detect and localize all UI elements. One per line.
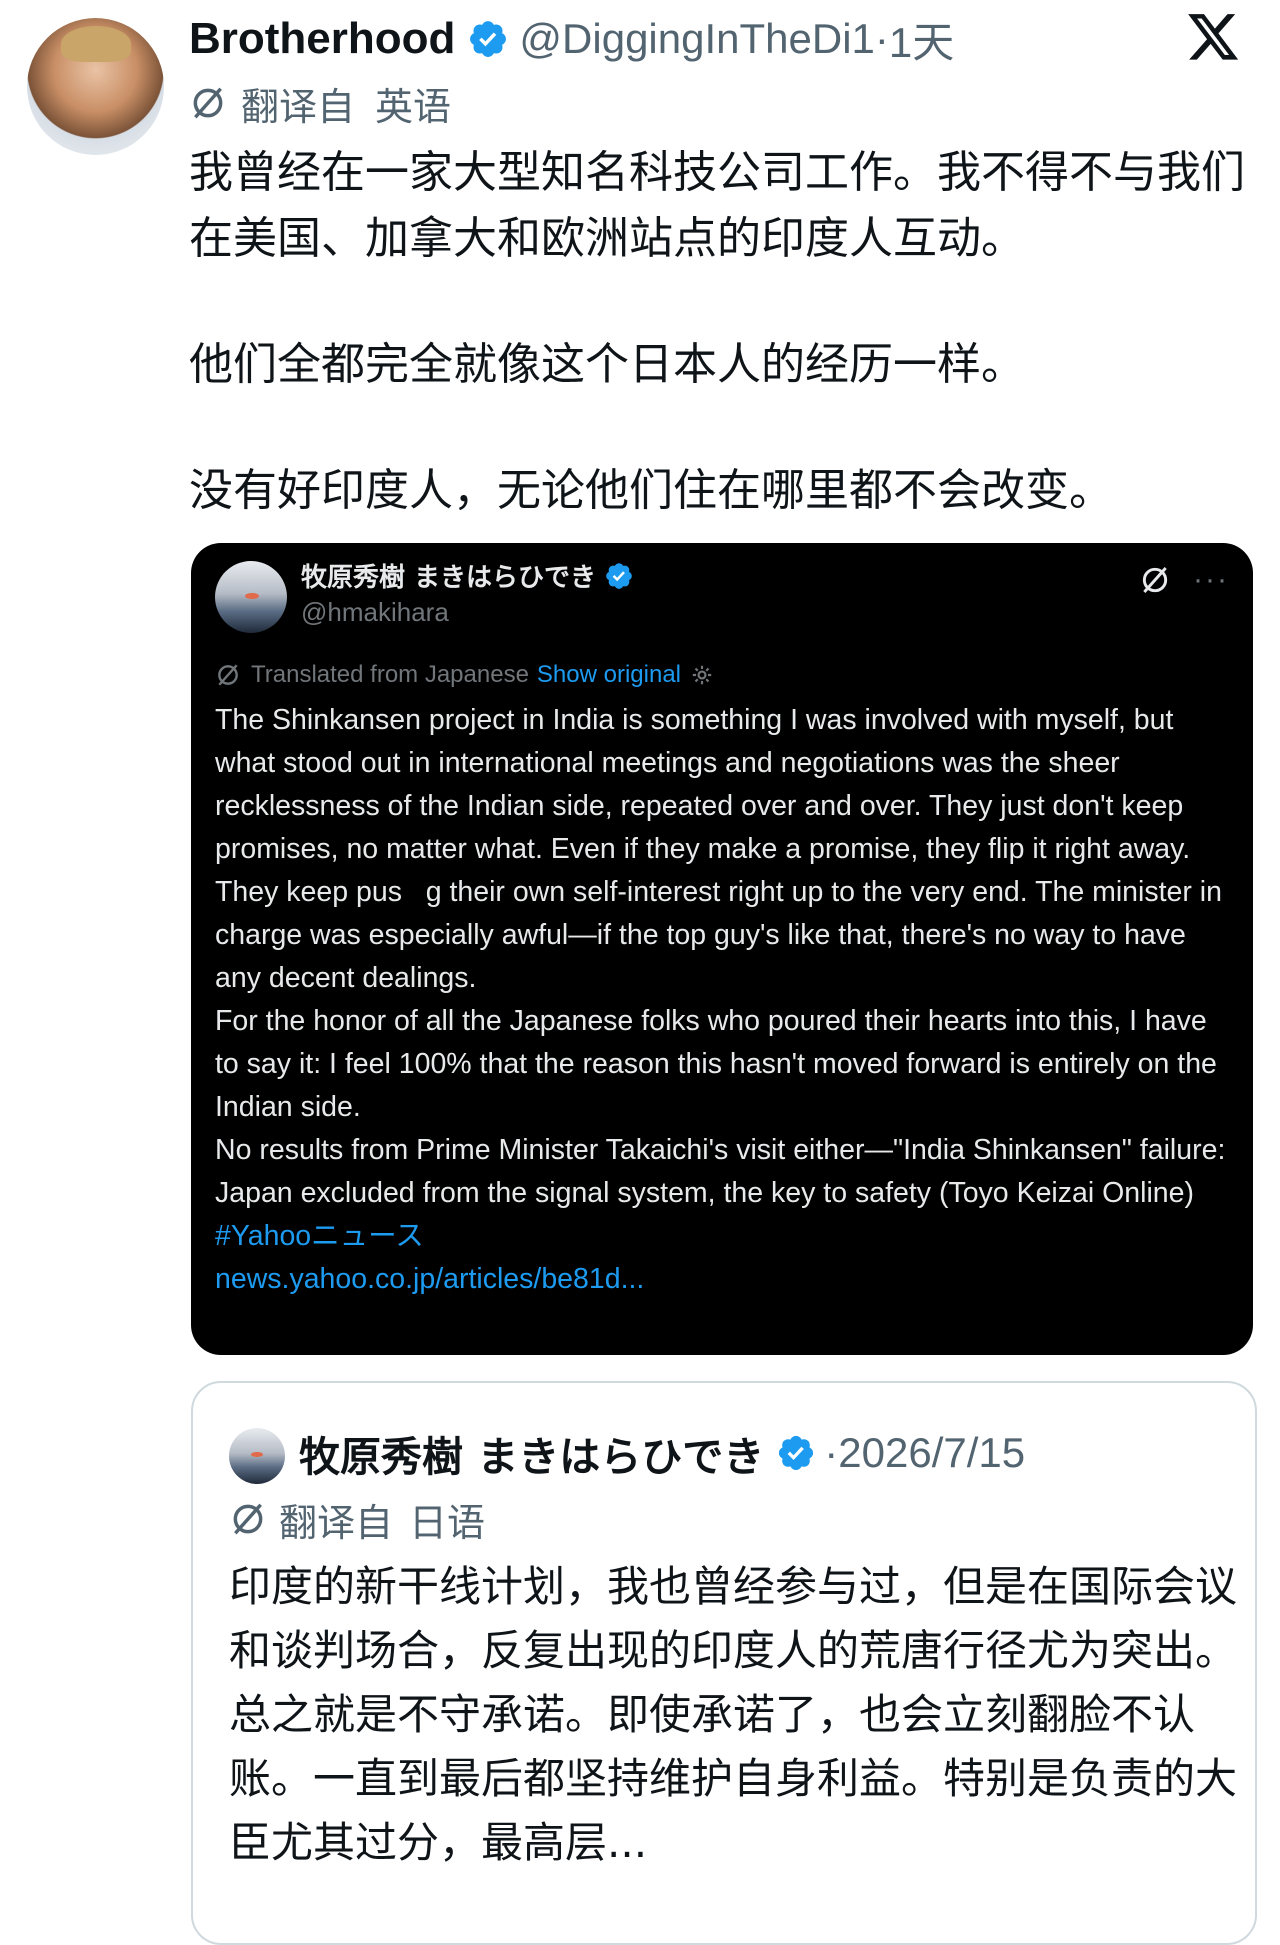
embedded-author-avatar — [215, 561, 287, 633]
tweet-time[interactable]: 1天 — [889, 9, 954, 70]
tweet-paragraph: 没有好印度人，无论他们住在哪里都不会改变。 — [189, 465, 1113, 516]
translate-icon — [193, 87, 223, 119]
quoted-tweet-text: 印度的新干线计划，我也曾经参与过，但是在国际会议和谈判场合，反复出现的印度人的荒… — [229, 1562, 1238, 1867]
quoted-author-avatar[interactable] — [229, 1428, 285, 1484]
embedded-translated-label: Translated from Japanese — [251, 661, 529, 688]
tweet-text: 我曾经在一家大型知名科技公司工作。我不得不与我们在美国、加拿大和欧洲站点的印度人… — [189, 140, 1249, 524]
embedded-author-name: 牧原秀樹 まきはらひでき — [301, 563, 597, 593]
separator-dot: · — [824, 1429, 839, 1476]
tweet-paragraph: 我曾经在一家大型知名科技公司工作。我不得不与我们在美国、加拿大和欧洲站点的印度人… — [189, 147, 1245, 264]
attached-image[interactable]: 牧原秀樹 まきはらひでき @hmakihara ··· Translated f… — [191, 543, 1253, 1355]
embedded-translated-notice: Translated from Japanese Show original — [215, 661, 715, 689]
tweet-header: Brotherhood @DiggingInTheDi1 · 1天 — [189, 14, 954, 66]
verified-badge-icon — [779, 1435, 814, 1471]
translated-language[interactable]: 英语 — [375, 76, 451, 131]
translate-icon — [233, 1503, 263, 1535]
translated-label: 翻译自 — [241, 84, 356, 129]
author-avatar[interactable] — [27, 18, 164, 155]
embedded-paragraph: No results from Prime Minister Takaichi'… — [215, 1134, 1226, 1209]
translate-icon — [218, 664, 238, 686]
embedded-paragraph: The Shinkansen project in India is somet… — [215, 704, 1222, 994]
verified-badge-icon — [470, 21, 507, 57]
gear-icon — [692, 665, 712, 685]
embedded-author-handle: @hmakihara — [301, 597, 449, 627]
translate-icon — [1142, 567, 1168, 593]
quoted-translated-label: 翻译自 — [279, 1500, 394, 1545]
x-logo-icon[interactable] — [1188, 14, 1240, 62]
quoted-translated-language[interactable]: 日语 — [409, 1492, 485, 1547]
quoted-tweet-card[interactable]: 牧原秀樹 まきはらひでき · 2026/7/15 翻译自 日语 印度的新干线计划… — [191, 1381, 1257, 1945]
separator-dot: · — [874, 15, 889, 62]
embedded-paragraph: For the honor of all the Japanese folks … — [215, 1005, 1217, 1123]
author-name[interactable]: Brotherhood — [189, 14, 455, 64]
author-handle[interactable]: @DiggingInTheDi1 — [519, 15, 874, 63]
quoted-tweet-date[interactable]: 2026/7/15 — [838, 1429, 1025, 1477]
verified-badge-icon — [606, 562, 632, 589]
quoted-translated-notice: 翻译自 日语 — [229, 1493, 485, 1545]
more-icon: ··· — [1193, 563, 1229, 596]
embedded-hashtag: #Yahooニュース — [215, 1220, 424, 1252]
embedded-show-original: Show original — [536, 661, 682, 688]
translated-notice: 翻译自 英语 — [189, 76, 451, 131]
embedded-link: news.yahoo.co.jp/articles/be81d... — [215, 1263, 645, 1295]
quoted-author-name[interactable]: 牧原秀樹 まきはらひでき — [299, 1423, 764, 1483]
tweet-paragraph: 他们全都完全就像这个日本人的经历一样。 — [189, 339, 1025, 390]
embedded-tweet-text: The Shinkansen project in India is somet… — [215, 699, 1235, 1301]
